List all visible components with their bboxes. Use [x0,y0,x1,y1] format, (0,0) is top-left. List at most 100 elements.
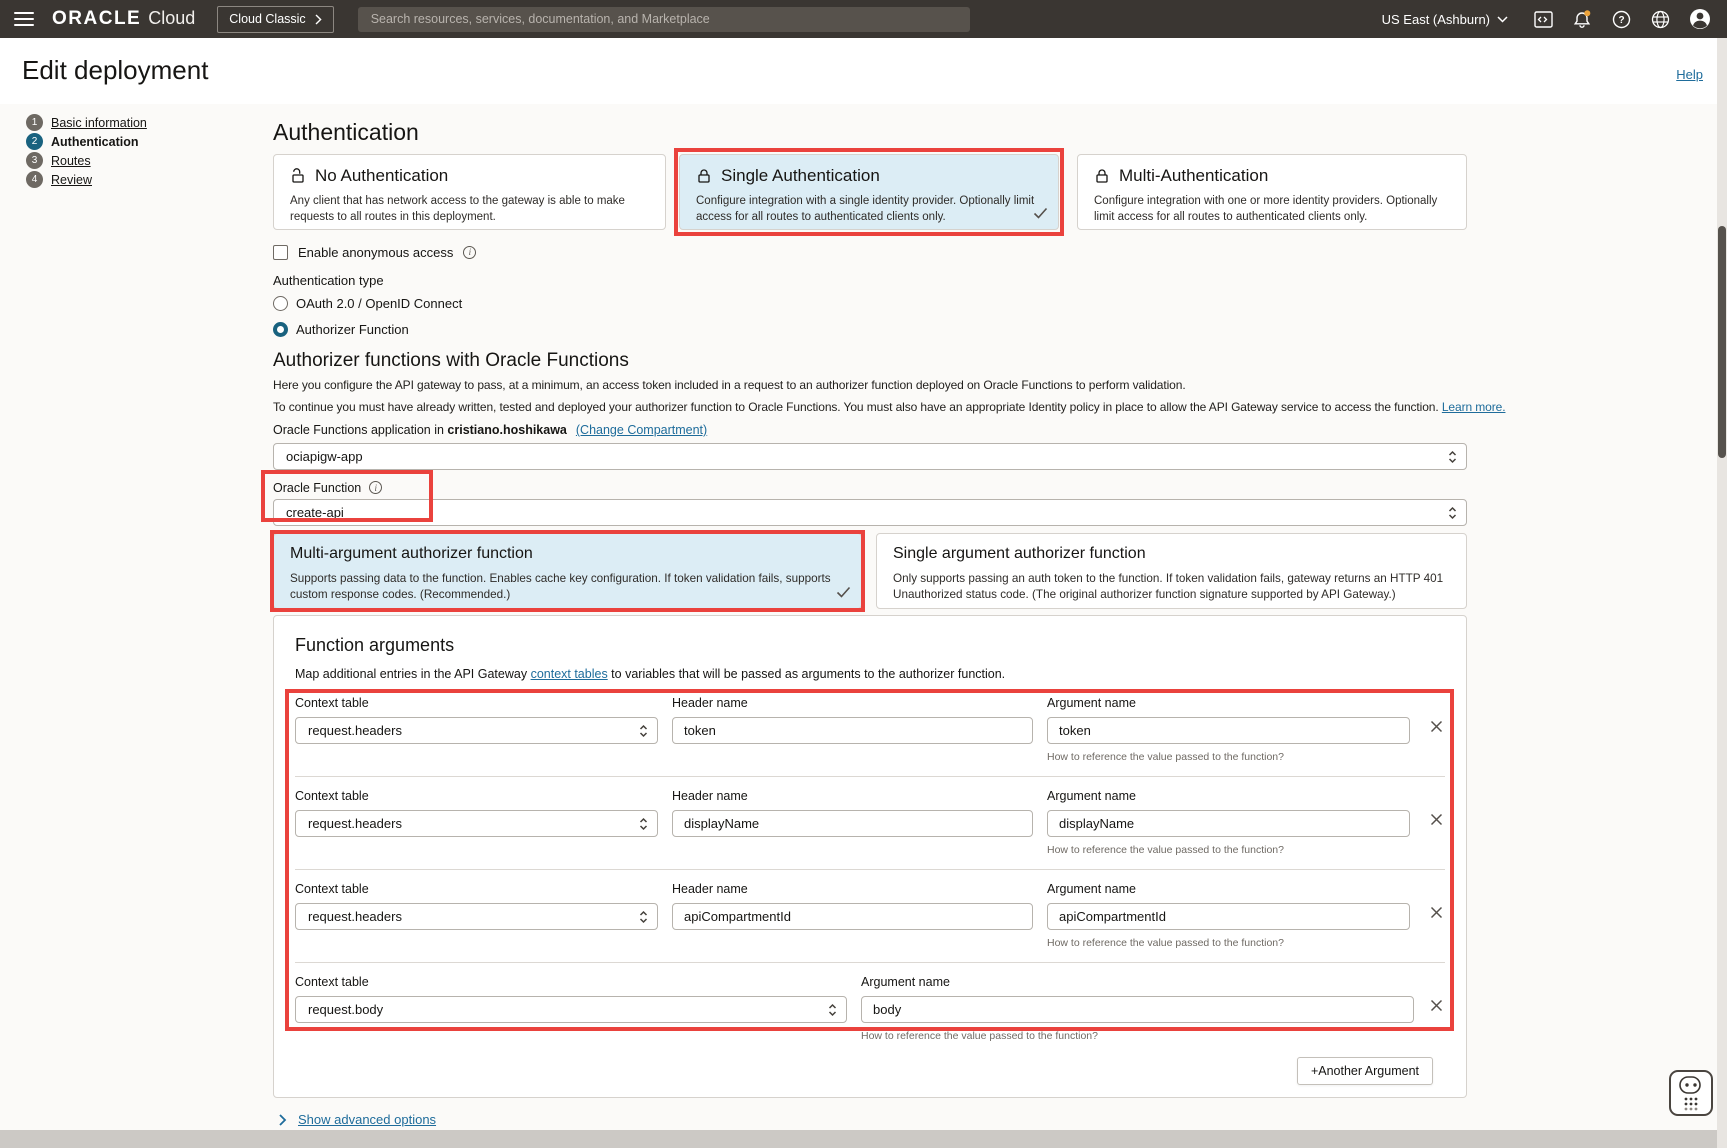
card-single-authentication[interactable]: Single Authentication Configure integrat… [679,154,1059,230]
remove-argument-icon[interactable] [1428,904,1445,926]
header-name-label: Header name [672,696,1033,712]
function-arguments-heading: Function arguments [295,616,1445,656]
remove-argument-icon[interactable] [1428,997,1445,1019]
argument-row: Context table request.headers Header nam… [295,789,1445,857]
functions-application-label: Oracle Functions application in cristian… [273,423,1467,439]
region-label: US East (Ashburn) [1382,12,1490,27]
row-divider [295,776,1445,777]
scrollbar-thumb[interactable] [1718,226,1726,458]
context-table-label: Context table [295,789,658,805]
cloud-shell-icon[interactable] [1524,11,1563,28]
context-table-select[interactable]: request.headers [295,717,658,744]
card-no-authentication[interactable]: No Authentication Any client that has ne… [273,154,666,230]
brand-oracle: ORACLE [52,8,141,30]
radio-authorizer-function[interactable]: Authorizer Function [273,322,1467,337]
another-argument-button[interactable]: +Another Argument [1297,1057,1433,1085]
row-divider [295,962,1445,963]
card-single-argument[interactable]: Single argument authorizer function Only… [876,533,1467,609]
bottom-strip [0,1130,1717,1148]
help-link[interactable]: Help [1676,67,1703,82]
learn-more-link[interactable]: Learn more. [1442,400,1506,414]
menu-icon[interactable] [14,8,34,30]
select-stepper-icon [638,909,649,928]
step-routes[interactable]: 3 Routes [26,152,147,169]
step-basic-information[interactable]: 1 Basic information [26,114,147,131]
select-stepper-icon [638,723,649,742]
card-description: Configure integration with one or more i… [1094,194,1450,225]
notification-badge [1584,10,1590,16]
globe-icon[interactable] [1641,10,1680,29]
main-panel: Authentication No Authentication Any cli… [273,104,1467,1127]
context-table-label: Context table [295,975,847,991]
remove-argument-icon[interactable] [1428,811,1445,833]
step-label: Review [51,173,92,187]
argument-row: Context table request.headers Header nam… [295,696,1445,764]
argument-name-input[interactable]: displayName [1047,810,1410,837]
authorizer-paragraph-1: Here you configure the API gateway to pa… [273,378,1467,393]
argument-name-input[interactable]: token [1047,717,1410,744]
notifications-bell-icon[interactable] [1563,9,1602,29]
header-name-label: Header name [672,882,1033,898]
context-table-label: Context table [295,696,658,712]
info-icon[interactable]: i [463,246,476,259]
context-tables-link[interactable]: context tables [531,667,608,681]
argument-name-label: Argument name [1047,696,1410,712]
card-title: Multi-argument authorizer function [290,545,845,563]
header-name-input[interactable]: token [672,717,1033,744]
card-description: Any client that has network access to th… [290,194,649,225]
authorizer-heading: Authorizer functions with Oracle Functio… [273,349,1467,372]
card-multi-authentication[interactable]: Multi-Authentication Configure integrati… [1077,154,1467,230]
card-description: Only supports passing an auth token to t… [893,571,1450,603]
argument-name-label: Argument name [1047,789,1410,805]
unlock-icon [290,168,306,184]
card-title: Single argument authorizer function [893,545,1450,563]
argument-hint: How to reference the value passed to the… [1047,844,1410,857]
global-search-input[interactable] [358,7,970,32]
card-multi-argument[interactable]: Multi-argument authorizer function Suppo… [273,533,862,609]
authentication-heading: Authentication [273,118,1467,146]
assistant-widget[interactable] [1669,1070,1713,1116]
header-name-input[interactable]: displayName [672,810,1033,837]
select-value: ociapigw-app [286,449,363,464]
functions-application-select[interactable]: ociapigw-app [273,443,1467,470]
advanced-options-row: Show advanced options [278,1112,1467,1127]
argument-row: Context table request.headers Header nam… [295,882,1445,950]
header-name-input[interactable]: apiCompartmentId [672,903,1033,930]
argument-name-label: Argument name [861,975,1414,991]
anonymous-access-checkbox[interactable] [273,245,288,260]
argument-row: Context table request.body Argument name… [295,975,1445,1043]
select-stepper-icon [638,816,649,835]
step-label: Routes [51,154,91,168]
oracle-cloud-logo[interactable]: ORACLE Cloud [52,8,195,30]
step-review[interactable]: 4 Review [26,171,147,188]
show-advanced-options-link[interactable]: Show advanced options [298,1112,436,1127]
user-avatar[interactable] [1680,8,1719,30]
cloud-classic-button[interactable]: Cloud Classic [217,6,333,33]
radio-icon-selected [273,322,288,337]
context-table-select[interactable]: request.headers [295,903,658,930]
select-stepper-icon [827,1002,838,1021]
change-compartment-link[interactable]: (Change Compartment) [576,423,707,437]
context-table-select[interactable]: request.headers [295,810,658,837]
card-description: Configure integration with a single iden… [696,194,1042,225]
region-selector[interactable]: US East (Ashburn) [1382,12,1508,27]
help-icon[interactable]: ? [1602,10,1641,29]
radio-icon [273,296,288,311]
scrollbar-track[interactable] [1717,38,1727,1148]
chevron-right-icon [278,1113,287,1127]
oracle-function-select[interactable]: create-api [273,499,1467,526]
radio-oauth[interactable]: OAuth 2.0 / OpenID Connect [273,296,1467,311]
step-authentication[interactable]: 2 Authentication [26,133,147,150]
select-value: create-api [286,505,344,520]
remove-argument-icon[interactable] [1428,718,1445,740]
context-table-select[interactable]: request.body [295,996,847,1023]
compartment-name: cristiano.hoshikawa [447,423,566,437]
anonymous-access-row: Enable anonymous access i [273,244,1467,260]
step-label: Authentication [51,135,139,149]
info-icon[interactable]: i [369,481,382,494]
robot-icon [1676,1075,1706,1111]
argument-name-input[interactable]: body [861,996,1414,1023]
oracle-function-label-row: Oracle Function i [273,480,382,495]
page-header: Edit deployment Help [0,38,1727,104]
argument-name-input[interactable]: apiCompartmentId [1047,903,1410,930]
